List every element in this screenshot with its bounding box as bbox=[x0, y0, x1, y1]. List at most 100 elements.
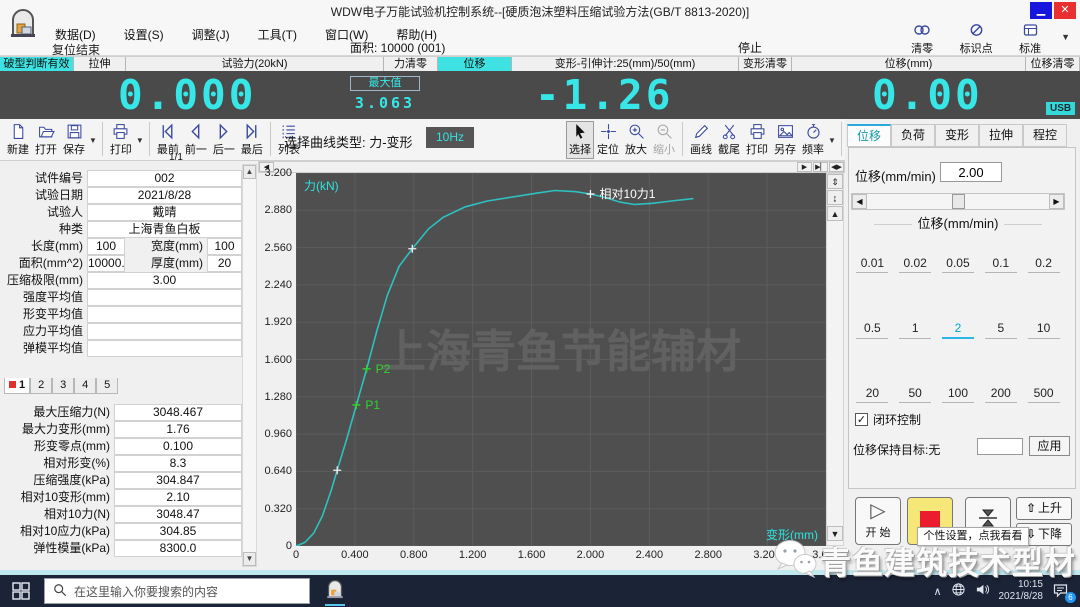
speed-option-0.5[interactable]: 0.5 bbox=[856, 321, 888, 339]
left-panel-scrollbar[interactable]: ▲ ▼ bbox=[242, 164, 257, 567]
field-value[interactable]: 戴晴 bbox=[87, 204, 242, 221]
标识点-button[interactable]: 标识点 bbox=[953, 22, 999, 56]
scroll-down-icon[interactable]: ▼ bbox=[827, 526, 843, 541]
放大-button[interactable]: 放大 bbox=[622, 121, 650, 159]
crosshead-up-button[interactable]: ⇧上升 bbox=[1016, 497, 1072, 520]
field-value[interactable]: 100 bbox=[87, 238, 125, 255]
最后-button[interactable]: 最后 bbox=[238, 121, 266, 159]
另存-button[interactable]: 另存 bbox=[771, 121, 799, 159]
打开-button[interactable]: 打开 bbox=[32, 121, 60, 159]
plot-area[interactable]: 上海青鱼节能辅材P1P2相对10力1力(kN)变形(mm) bbox=[296, 173, 826, 546]
taskbar-app-icon[interactable] bbox=[322, 578, 348, 604]
step-icon[interactable]: ▶▏ bbox=[813, 162, 828, 172]
field-value[interactable]: 20 bbox=[207, 255, 242, 272]
选择-button[interactable]: 选择 bbox=[566, 121, 594, 159]
speed-option-500[interactable]: 500 bbox=[1028, 386, 1060, 403]
field-value[interactable]: 002 bbox=[87, 170, 242, 187]
打印-button[interactable]: 打印 bbox=[743, 121, 771, 159]
field-value[interactable] bbox=[87, 340, 242, 357]
specimen-tab-2[interactable]: 2 bbox=[30, 378, 52, 394]
sample-rate-button[interactable]: 10Hz bbox=[426, 127, 474, 148]
speed-option-0.01[interactable]: 0.01 bbox=[856, 256, 888, 273]
field-value[interactable]: 2.10 bbox=[114, 489, 242, 506]
status-cell-力清零[interactable]: 力清零 bbox=[384, 57, 438, 72]
speed-option-0.1[interactable]: 0.1 bbox=[985, 256, 1017, 273]
apply-button[interactable]: 应用 bbox=[1029, 436, 1070, 456]
speed-option-1[interactable]: 1 bbox=[899, 321, 931, 339]
定位-button[interactable]: 定位 bbox=[594, 121, 622, 159]
fit-vertical-icon[interactable]: ↨ bbox=[827, 190, 843, 205]
status-cell-拉伸[interactable]: 拉伸 bbox=[74, 57, 126, 72]
scroll-up-icon[interactable]: ▲ bbox=[243, 165, 256, 179]
频率-dropdown-icon[interactable]: ▼ bbox=[828, 136, 836, 145]
field-value[interactable]: 304.85 bbox=[114, 523, 242, 540]
field-value[interactable]: 3048.467 bbox=[114, 404, 242, 421]
play-icon[interactable]: ▶ bbox=[797, 162, 812, 172]
新建-button[interactable]: 新建 bbox=[4, 121, 32, 159]
field-value[interactable] bbox=[87, 289, 242, 306]
标准-button[interactable]: 标准 bbox=[1007, 22, 1053, 56]
频率-button[interactable]: 频率 bbox=[799, 121, 827, 159]
field-value[interactable] bbox=[87, 306, 242, 323]
specimen-tab-1[interactable]: 1 bbox=[4, 378, 30, 394]
notification-center-button[interactable]: 6 bbox=[1052, 582, 1072, 600]
closed-loop-checkbox[interactable]: ✓ bbox=[855, 413, 868, 426]
expand-icon[interactable]: ◀▶ bbox=[829, 162, 844, 172]
field-value[interactable]: 8300.0 bbox=[114, 540, 242, 557]
打印-dropdown-icon[interactable]: ▼ bbox=[136, 136, 144, 145]
保存-dropdown-icon[interactable]: ▼ bbox=[89, 136, 97, 145]
specimen-tab-5[interactable]: 5 bbox=[96, 378, 118, 394]
打印-button[interactable]: 打印 bbox=[107, 121, 135, 159]
speed-option-20[interactable]: 20 bbox=[856, 386, 888, 403]
speed-option-5[interactable]: 5 bbox=[985, 321, 1017, 339]
speed-option-10[interactable]: 10 bbox=[1028, 321, 1060, 339]
scroll-up-icon[interactable]: ▲ bbox=[827, 206, 843, 221]
expand-vertical-icon[interactable]: ⇕ bbox=[827, 174, 843, 189]
menu-item-2[interactable]: 设置(S) bbox=[115, 24, 173, 45]
status-cell-破型判断有效[interactable]: 破型判断有效 bbox=[0, 57, 74, 72]
chart-right-scrollbar[interactable]: ⇕ ↨ ▲ ▼ bbox=[826, 173, 844, 546]
status-cell-位移[interactable]: 位移 bbox=[438, 57, 512, 72]
toolbar-overflow-icon[interactable]: ▼ bbox=[1061, 32, 1070, 42]
volume-icon[interactable] bbox=[975, 582, 990, 600]
menu-item-4[interactable]: 工具(T) bbox=[249, 24, 306, 45]
field-value[interactable]: 3.00 bbox=[87, 272, 242, 289]
taskbar-clock[interactable]: 10:15 2021/8/28 bbox=[999, 579, 1044, 604]
speed-option-0.02[interactable]: 0.02 bbox=[899, 256, 931, 273]
start-menu-button[interactable] bbox=[12, 582, 30, 600]
field-value[interactable]: 100 bbox=[207, 238, 242, 255]
speed-option-100[interactable]: 100 bbox=[942, 386, 974, 403]
speed-input[interactable] bbox=[940, 162, 1002, 182]
scroll-down-icon[interactable]: ▼ bbox=[243, 552, 256, 566]
field-value[interactable]: 0.100 bbox=[114, 438, 242, 455]
control-tab-负荷[interactable]: 负荷 bbox=[891, 124, 935, 147]
speed-option-50[interactable]: 50 bbox=[899, 386, 931, 403]
field-value[interactable]: 304.847 bbox=[114, 472, 242, 489]
field-value[interactable]: 2021/8/28 bbox=[87, 187, 242, 204]
field-value[interactable]: 上海青鱼白板 bbox=[87, 221, 242, 238]
control-tab-位移[interactable]: 位移 bbox=[847, 124, 891, 147]
保存-button[interactable]: 保存 bbox=[60, 121, 88, 159]
speed-option-0.05[interactable]: 0.05 bbox=[942, 256, 974, 273]
taskbar-search[interactable]: 在这里输入你要搜索的内容 bbox=[44, 578, 310, 604]
hold-target-input[interactable] bbox=[977, 438, 1023, 455]
field-value[interactable]: 10000.00 bbox=[87, 255, 125, 272]
start-button[interactable]: ▷ 开 始 bbox=[855, 497, 901, 545]
speed-option-2[interactable]: 2 bbox=[942, 321, 974, 339]
speed-option-200[interactable]: 200 bbox=[985, 386, 1017, 403]
slider-thumb[interactable] bbox=[952, 194, 965, 209]
minimize-button[interactable]: ▁ bbox=[1030, 2, 1052, 19]
network-globe-icon[interactable] bbox=[951, 582, 966, 600]
清零-button[interactable]: 清零 bbox=[899, 22, 945, 56]
后一-button[interactable]: 后一 bbox=[210, 121, 238, 159]
field-value[interactable]: 1.76 bbox=[114, 421, 242, 438]
specimen-tab-3[interactable]: 3 bbox=[52, 378, 74, 394]
field-value[interactable] bbox=[87, 323, 242, 340]
specimen-tab-4[interactable]: 4 bbox=[74, 378, 96, 394]
status-cell-位移清零[interactable]: 位移清零 bbox=[1026, 57, 1080, 72]
control-tab-变形[interactable]: 变形 bbox=[935, 124, 979, 147]
status-cell-变形清零[interactable]: 变形清零 bbox=[739, 57, 792, 72]
close-button[interactable]: ✕ bbox=[1054, 2, 1076, 19]
speed-slider[interactable]: ◀ ▶ bbox=[851, 193, 1065, 210]
slider-left-icon[interactable]: ◀ bbox=[852, 194, 867, 209]
